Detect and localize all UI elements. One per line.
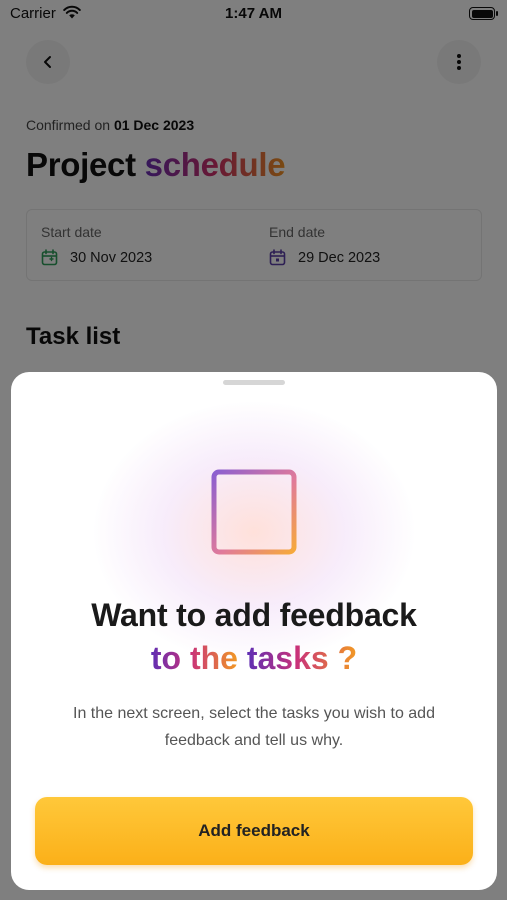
sheet-drag-handle[interactable] [223, 380, 285, 385]
headline-highlight-part-a: to the [150, 640, 238, 676]
sheet-headline-highlight: to the tasks ? [11, 640, 497, 677]
feedback-bottom-sheet: Want to add feedback to the tasks ? In t… [11, 372, 497, 890]
add-feedback-button[interactable]: Add feedback [35, 797, 473, 865]
document-lines-icon [211, 469, 297, 555]
sheet-headline: Want to add feedback [91, 597, 417, 633]
headline-highlight-part-b: tasks ? [246, 640, 358, 676]
sheet-description: In the next screen, select the tasks you… [73, 705, 435, 749]
